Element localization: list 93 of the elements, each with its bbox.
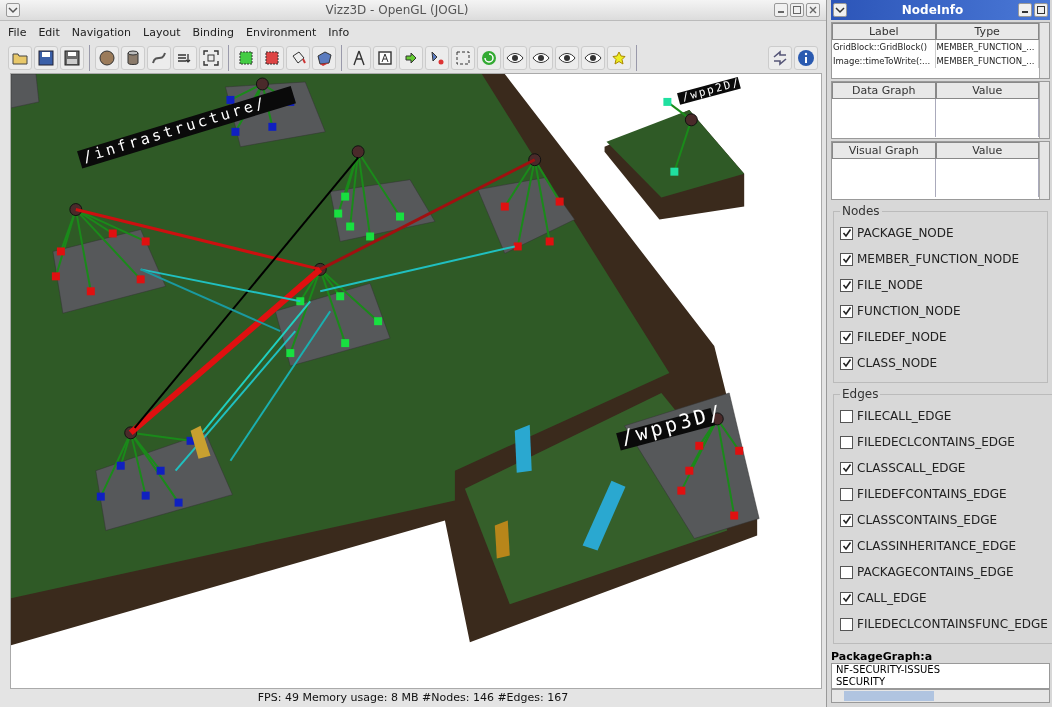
checkbox-item[interactable]: PACKAGE_NODE	[840, 220, 1041, 247]
window-title: Vizz3D - OpenGL (JOGL)	[324, 3, 470, 17]
checkbox-item[interactable]: CLASSCALL_EDGE	[840, 455, 1048, 482]
checkbox[interactable]	[840, 513, 853, 527]
checkbox-item[interactable]: MEMBER_FUNCTION_NODE	[840, 246, 1041, 273]
column-header[interactable]: Data Graph	[832, 81, 936, 99]
node-cluster-drawing[interactable]	[329, 145, 436, 242]
checkbox[interactable]	[840, 435, 853, 449]
column-header[interactable]: Value	[935, 81, 1039, 99]
tile-drawing	[11, 74, 40, 109]
column-header[interactable]: Visual Graph	[832, 142, 936, 160]
checkbox[interactable]	[840, 487, 853, 501]
sync-arrows-icon[interactable]	[768, 46, 792, 70]
node-cluster-drawing[interactable]	[51, 203, 166, 314]
checkbox[interactable]	[840, 565, 853, 579]
group-title: Edges	[841, 387, 880, 402]
eye-icon[interactable]	[581, 46, 605, 70]
menu-item[interactable]: Info	[328, 25, 350, 39]
node-cluster-drawing[interactable]	[477, 153, 575, 254]
group-title: Nodes	[841, 204, 881, 219]
eye-icon[interactable]	[529, 46, 553, 70]
checkbox-item[interactable]: CLASSCONTAINS_EDGE	[840, 507, 1048, 534]
menu-item[interactable]: Edit	[38, 25, 60, 39]
chevron-down-icon	[8, 6, 18, 14]
checkbox[interactable]	[840, 252, 853, 266]
block-drawing[interactable]	[582, 480, 626, 551]
menu-item[interactable]: Layout	[143, 25, 181, 39]
checkbox[interactable]	[840, 278, 853, 292]
scrollbar[interactable]	[1039, 81, 1049, 139]
checkbox[interactable]	[840, 461, 853, 475]
checkbox[interactable]	[840, 617, 853, 631]
frame-icon[interactable]	[199, 46, 223, 70]
minimize-button[interactable]	[1018, 2, 1032, 17]
cylinder-icon[interactable]	[121, 46, 145, 70]
window-menu-button[interactable]	[833, 2, 847, 17]
status-text: FPS: 49 Memory usage: 8 MB #Nodes: 146 #Edges: 167	[256, 690, 570, 706]
checkbox[interactable]	[840, 591, 853, 605]
checkbox-item[interactable]: FILEDECLCONTAINSFUNC_EDGE	[840, 611, 1048, 638]
section-title: PackageGraph:a	[831, 650, 934, 664]
table-cell: Image::timeToWrite(:...	[832, 53, 936, 68]
checkbox-item[interactable]: CLASSINHERITANCE_EDGE	[840, 533, 1048, 560]
scrollbar[interactable]	[1039, 142, 1049, 200]
disk-stack-icon[interactable]	[60, 46, 84, 70]
checkbox[interactable]	[840, 226, 853, 240]
close-icon	[809, 6, 817, 14]
menu-item[interactable]: Environment	[246, 25, 317, 39]
checkbox[interactable]	[840, 330, 853, 344]
scrollbar[interactable]	[831, 689, 1050, 703]
window-menu-button[interactable]	[6, 3, 20, 17]
block-drawing[interactable]	[190, 425, 211, 459]
checkbox-item[interactable]: FUNCTION_NODE	[840, 298, 1041, 325]
checkbox-item[interactable]: FILE_NODE	[840, 272, 1041, 299]
checkbox-item[interactable]: FILEDEF_NODE	[840, 324, 1041, 351]
scrollbar[interactable]	[1039, 22, 1049, 78]
maximize-icon	[793, 6, 801, 14]
checkbox[interactable]	[840, 356, 853, 370]
node-cluster-drawing[interactable]	[275, 262, 391, 367]
menu-item[interactable]: Binding	[192, 25, 235, 39]
compass-icon[interactable]	[347, 46, 371, 70]
maximize-icon	[1037, 5, 1045, 14]
panel-title: NodeInfo	[900, 2, 965, 17]
crossed-square-icon[interactable]	[260, 46, 284, 70]
node-cluster-drawing[interactable]	[95, 426, 233, 531]
column-header[interactable]: Label	[832, 22, 936, 40]
chevron-down-icon	[835, 5, 845, 14]
checkbox-item[interactable]: CALL_EDGE	[840, 585, 1048, 612]
block-drawing[interactable]	[514, 424, 532, 473]
column-header[interactable]: Value	[935, 142, 1039, 160]
menu-item[interactable]: File	[8, 25, 27, 39]
column-header[interactable]: Type	[935, 22, 1039, 40]
checkbox[interactable]	[840, 539, 853, 553]
info-icon[interactable]	[794, 46, 818, 70]
close-button[interactable]	[806, 3, 820, 17]
list-item[interactable]: NF-SECURITY-ISSUES	[836, 664, 1049, 677]
eye-icon[interactable]	[555, 46, 579, 70]
menu-item[interactable]: Navigation	[71, 25, 132, 39]
selection-square-icon[interactable]	[234, 46, 258, 70]
maximize-button[interactable]	[790, 3, 804, 17]
maximize-button[interactable]	[1034, 2, 1048, 17]
checkbox[interactable]	[840, 409, 853, 423]
table-cell: GridBlock::GridBlock()	[832, 39, 936, 54]
letter-box-icon[interactable]	[373, 46, 397, 70]
checkbox-item[interactable]: FILEDECLCONTAINS_EDGE	[840, 429, 1048, 456]
checkbox-item[interactable]: FILECALL_EDGE	[840, 403, 1048, 430]
checkbox-item[interactable]: FILEDEFCONTAINS_EDGE	[840, 481, 1048, 508]
checkbox-item[interactable]: CLASS_NODE	[840, 350, 1041, 377]
eye-icon[interactable]	[503, 46, 527, 70]
minimize-button[interactable]	[774, 3, 788, 17]
node-cluster-drawing[interactable]	[624, 392, 760, 539]
checkbox-item[interactable]: PACKAGECONTAINS_EDGE	[840, 559, 1048, 586]
twist-icon[interactable]	[147, 46, 171, 70]
checkbox[interactable]	[840, 304, 853, 318]
list-item[interactable]: SECURITY	[836, 676, 1049, 689]
